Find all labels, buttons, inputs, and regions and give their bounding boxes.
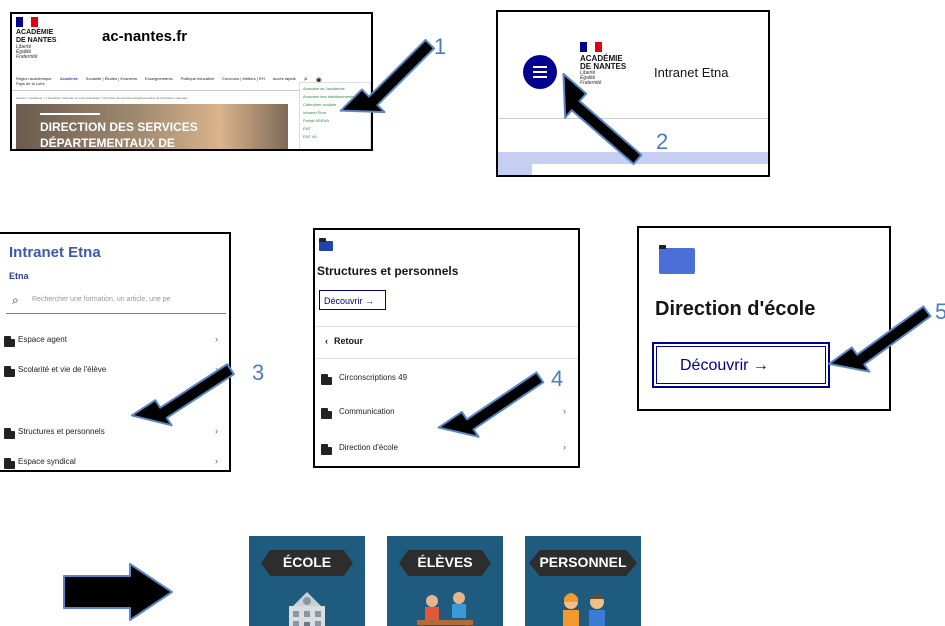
quick-link[interactable]: ENT [303,125,367,133]
motto-line3: Fraternité [580,80,602,86]
search-field[interactable]: ⌕ Rechercher une formation, un article, … [6,291,226,314]
search-input-placeholder: Rechercher une formation, un article, un… [32,296,171,303]
step-number-3: 3 [252,360,265,385]
direction-ecole-screenshot: Direction d'école Découvrir → [637,226,891,411]
content-placeholder [498,152,768,164]
menu-item-label: Direction d'école [339,443,398,452]
academy-logo[interactable]: ACADÉMIE DE NANTES Liberté Égalité Frate… [580,42,626,86]
menu-item-label: Scolarité et vie de l'élève [18,365,107,374]
folder-icon [4,428,15,439]
divider [315,326,578,327]
ac-nantes-screenshot: ACADÉMIE DE NANTES Liberté Égalité Frate… [10,12,373,151]
chevron-left-icon: ‹ [325,336,328,346]
nav-item-region[interactable]: Région académique Pays de la Loire [16,76,52,90]
menu-item-communication[interactable]: Communication › [315,402,578,426]
content-placeholder-inner [532,164,768,175]
menu-button[interactable] [523,55,557,89]
step-number-1: 1 [434,34,447,59]
site-title: Intranet Etna [654,65,729,80]
nav-item-acces-rapide[interactable]: Accès rapide [273,76,296,90]
arrow-result [63,563,173,621]
staff-icon [563,593,605,626]
step-number-5: 5 [935,299,945,324]
folder-icon [319,238,333,251]
hero-banner: DIRECTION DES SERVICES DÉPARTEMENTAUX DE [16,104,288,150]
quick-link-intranet-etna[interactable]: Intranet Etna [303,109,367,117]
academy-logo[interactable]: ACADÉMIE DE NANTES Liberté Égalité Frate… [16,17,56,60]
intranet-menu-screenshot: Intranet Etna Etna ⌕ Rechercher une form… [0,232,231,472]
nav-item-academie[interactable]: Académie [60,76,78,90]
quick-link[interactable]: Portail ARENA [303,117,367,125]
tile-personnel[interactable]: PERSONNEL [525,536,641,626]
menu-item-label: Espace agent [18,335,67,344]
quick-link[interactable]: Annuaire de l'académie [303,85,367,93]
chevron-right-icon: › [215,364,218,374]
folder-icon [4,336,15,347]
folder-icon [321,374,332,385]
breadcrumb: Accueil > Académie > L'éducation nationa… [16,96,188,100]
hamburger-icon [533,66,547,78]
menu-item-label: Communication [339,407,395,416]
tile-ecole[interactable]: ÉCOLE [249,536,365,626]
chevron-right-icon: › [215,334,218,344]
discover-button-inner: Découvrir → [656,346,826,384]
step-number-2: 2 [656,129,669,154]
academy-name-line1: ACADÉMIE [16,29,54,36]
content-placeholder-left [498,164,532,175]
school-building-icon [289,592,325,626]
menu-item-espace-agent[interactable]: Espace agent › [0,330,229,354]
structures-screenshot: Structures et personnels Découvrir → ‹ Re… [313,228,580,468]
menu-item-label: Espace syndical [18,457,76,466]
quick-access-menu: Annuaire de l'académie Annuaire des étab… [299,82,371,149]
menu-item-circonscriptions[interactable]: Circonscriptions 49 [315,368,578,392]
menu-item-direction-ecole[interactable]: Direction d'école › [315,438,578,462]
hero-accent-line [40,113,100,115]
chevron-right-icon: › [563,442,566,452]
site-title: ac-nantes.fr [102,28,188,45]
tile-label: PERSONNEL [539,554,627,570]
nav-item-enseignements[interactable]: Enseignements [145,76,173,90]
menu-item-structures-personnels[interactable]: Structures et personnels › [0,422,229,446]
folder-icon [321,408,332,419]
folder-icon [4,366,15,377]
step-number-4: 4 [551,366,564,391]
menu-item-label: Circonscriptions 49 [339,373,408,382]
section-title: Direction d'école [655,298,816,320]
nav-item-scolarite[interactable]: Scolarité | Études | Examens [86,76,137,90]
hero-title-line2: DÉPARTEMENTAUX DE [40,136,175,150]
quick-link[interactable]: ENT 49 [303,133,367,141]
header-divider [498,118,768,119]
menu-item-scolarite[interactable]: Scolarité et vie de l'élève › [0,360,229,384]
menu-item-espace-syndical[interactable]: Espace syndical › [0,452,229,470]
chevron-right-icon: › [215,456,218,466]
chevron-right-icon: › [215,426,218,436]
back-label: Retour [334,336,363,346]
menu-item-label: Structures et personnels [18,427,105,436]
section-title: Structures et personnels [317,264,459,278]
folder-icon [659,245,695,274]
students-icon [417,592,473,626]
tile-eleves[interactable]: ÉLÈVES [387,536,503,626]
menu-title: Intranet Etna [9,244,101,261]
quick-link[interactable]: Annuaire des établissements [303,93,367,101]
discover-button[interactable]: Découvrir → [319,290,386,310]
back-link[interactable]: ‹ Retour [325,336,363,346]
motto-line3: Fraternité [16,54,38,60]
folder-icon [321,444,332,455]
chevron-right-icon: › [563,406,566,416]
intranet-header-screenshot: ACADÉMIE DE NANTES Liberté Égalité Frate… [496,10,770,177]
menu-subtitle: Etna [9,271,29,281]
tile-label: ÉCOLE [282,554,332,570]
tile-label: ÉLÈVES [417,554,473,570]
nav-item-politique[interactable]: Politique éducative [181,76,215,90]
divider [315,358,578,359]
folder-icon [4,458,15,469]
hero-title-line1: DIRECTION DES SERVICES [40,120,198,134]
french-flag-icon [580,42,602,52]
search-icon: ⌕ [12,293,19,307]
nav-item-concours[interactable]: Concours | Métiers | RH [222,76,265,90]
french-flag-icon [16,17,38,27]
discover-button[interactable]: Découvrir → [652,342,830,388]
quick-link[interactable]: Calendrier scolaire [303,101,367,109]
